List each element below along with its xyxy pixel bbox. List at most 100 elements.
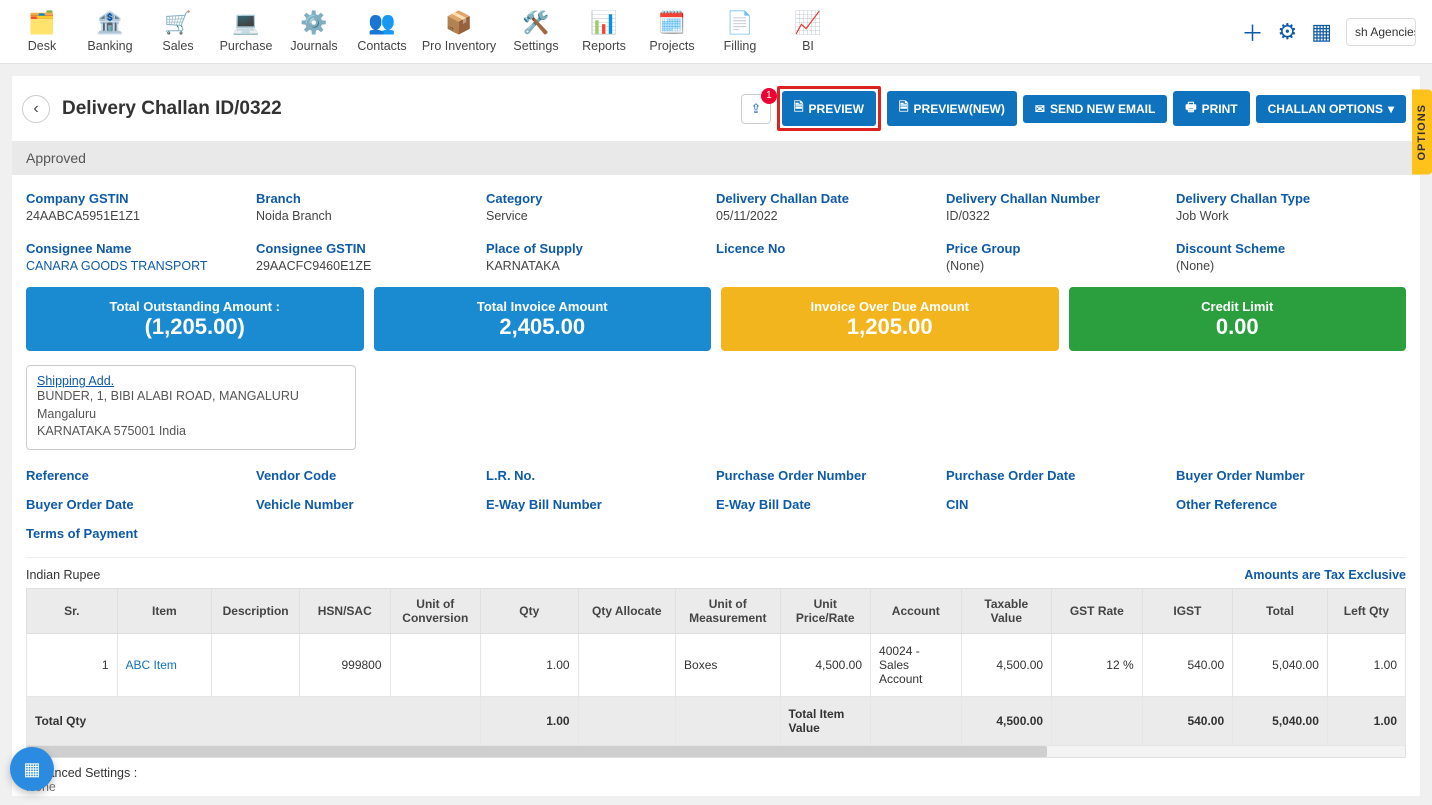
attachment-button[interactable]: ⇪ 1 — [741, 94, 771, 124]
td-total: 5,040.00 — [1233, 633, 1328, 696]
nav-label: Reports — [582, 39, 626, 53]
meta-category: CategoryService — [486, 191, 716, 223]
tax-note: Amounts are Tax Exclusive — [1244, 568, 1406, 582]
meta-dc-type: Delivery Challan Type Job Work — [1176, 191, 1406, 223]
preview-button[interactable]: 🗎 PREVIEW — [782, 91, 876, 126]
table-horizontal-scrollbar[interactable] — [26, 746, 1406, 758]
nav-sales[interactable]: 🛒Sales — [144, 1, 212, 63]
meta-label: Discount Scheme — [1176, 241, 1406, 256]
projects-icon: 🗓️ — [658, 10, 685, 36]
meta-price-group: Price Group(None) — [946, 241, 1176, 273]
desk-icon: 🗂️ — [28, 10, 55, 36]
td-uoc — [390, 633, 481, 696]
page-header: ‹ Delivery Challan ID/0322 ⇪ 1 🗎 PREVIEW… — [12, 76, 1420, 141]
apps-icon[interactable]: ▦ — [1311, 19, 1332, 45]
mail-icon: ✉ — [1035, 102, 1045, 116]
th-total: Total — [1233, 588, 1328, 633]
meta-label: Licence No — [716, 241, 946, 256]
page: ‹ Delivery Challan ID/0322 ⇪ 1 🗎 PREVIEW… — [12, 76, 1420, 796]
shipping-line: KARNATAKA 575001 India — [37, 423, 345, 441]
table-row[interactable]: 1 ABC Item 999800 1.00 Boxes 4,500.00 40… — [27, 633, 1406, 696]
meta-discount: Discount Scheme(None) — [1176, 241, 1406, 273]
card-label: Credit Limit — [1201, 299, 1273, 314]
td-empty — [676, 696, 780, 745]
meta-value: Job Work — [1176, 209, 1406, 223]
company-selector[interactable]: sh Agencies(I ⌄ — [1346, 18, 1416, 46]
currency-name: Indian Rupee — [26, 568, 100, 582]
td-total-tax: 4,500.00 — [961, 696, 1052, 745]
journals-icon: ⚙️ — [300, 10, 327, 36]
card-label: Total Outstanding Amount : — [110, 299, 280, 314]
th-uom: Unit of Measurement — [676, 588, 780, 633]
card-overdue: Invoice Over Due Amount 1,205.00 — [721, 287, 1059, 351]
td-total-left: 1.00 — [1327, 696, 1405, 745]
table-total-row: Total Qty 1.00 Total Item Value 4,500.00… — [27, 696, 1406, 745]
nav-label: Desk — [28, 39, 56, 53]
nav-label: Settings — [513, 39, 558, 53]
meta2-eway-no: E-Way Bill Number — [486, 497, 716, 512]
td-total-total: 5,040.00 — [1233, 696, 1328, 745]
send-email-button[interactable]: ✉ SEND NEW EMAIL — [1023, 95, 1167, 123]
meta-value: 24AABCA5951E1Z1 — [26, 209, 256, 223]
nav-desk[interactable]: 🗂️ Desk — [8, 1, 76, 63]
td-uom: Boxes — [676, 633, 780, 696]
company-name: sh Agencies(I — [1355, 25, 1416, 39]
meta-grid: Company GSTIN24AABCA5951E1Z1 BranchNoida… — [12, 175, 1420, 287]
items-table-wrap: Sr. Item Description HSN/SAC Unit of Con… — [12, 588, 1420, 746]
meta-value: 29AACFC9460E1ZE — [256, 259, 486, 273]
shipping-label[interactable]: Shipping Add. — [37, 374, 345, 388]
nav-banking[interactable]: 🏦Banking — [76, 1, 144, 63]
nav-projects[interactable]: 🗓️Projects — [638, 1, 706, 63]
challan-options-button[interactable]: CHALLAN OPTIONS ▾ — [1256, 95, 1406, 123]
nav-contacts[interactable]: 👥Contacts — [348, 1, 416, 63]
meta2-po-number: Purchase Order Number — [716, 468, 946, 483]
add-icon[interactable]: ＋ — [1241, 16, 1263, 48]
nav-label: Pro Inventory — [422, 39, 496, 53]
nav-bi[interactable]: 📈BI — [774, 1, 842, 63]
advanced-settings: Advanced Settings : None — [12, 758, 1420, 796]
bank-icon: 🏦 — [96, 10, 123, 36]
button-label: SEND NEW EMAIL — [1050, 102, 1155, 116]
amount-row: Total Outstanding Amount : (1,205.00) To… — [12, 287, 1420, 365]
nav-settings[interactable]: 🛠️Settings — [502, 1, 570, 63]
nav-filling[interactable]: 📄Filling — [706, 1, 774, 63]
filling-icon: 📄 — [726, 10, 753, 36]
td-item-link[interactable]: ABC Item — [117, 633, 212, 696]
td-account: 40024 - Sales Account — [871, 633, 962, 696]
button-label: CHALLAN OPTIONS — [1268, 102, 1383, 116]
meta-label: Delivery Challan Type — [1176, 191, 1406, 206]
meta-dc-date: Delivery Challan Date05/11/2022 — [716, 191, 946, 223]
scrollbar-thumb[interactable] — [27, 746, 1047, 757]
options-side-tab[interactable]: OPTIONS — [1412, 90, 1432, 175]
meta-licence: Licence No — [716, 241, 946, 273]
card-value: (1,205.00) — [145, 314, 245, 340]
card-label: Invoice Over Due Amount — [811, 299, 969, 314]
td-empty — [1052, 696, 1143, 745]
attachment-badge: 1 — [761, 88, 777, 104]
bi-icon: 📈 — [794, 10, 821, 36]
th-igst: IGST — [1142, 588, 1233, 633]
nav-reports[interactable]: 📊Reports — [570, 1, 638, 63]
meta2-buyer-order-no: Buyer Order Number — [1176, 468, 1406, 483]
nav-proinventory[interactable]: 📦Pro Inventory — [416, 1, 502, 63]
gear-icon[interactable]: ⚙ — [1277, 19, 1297, 45]
floating-apps-button[interactable]: ▦ — [10, 747, 54, 791]
td-qtyalloc — [578, 633, 675, 696]
meta-value-link[interactable]: CANARA GOODS TRANSPORT — [26, 259, 256, 273]
td-left: 1.00 — [1327, 633, 1405, 696]
th-tax: Taxable Value — [961, 588, 1052, 633]
nav-purchase[interactable]: 💻Purchase — [212, 1, 280, 63]
td-gst: 12 % — [1052, 633, 1143, 696]
td-rate: 4,500.00 — [780, 633, 871, 696]
preview-new-button[interactable]: 🗎 PREVIEW(NEW) — [887, 91, 1017, 126]
status-bar: Approved — [12, 141, 1420, 175]
nav-label: Journals — [290, 39, 337, 53]
back-button[interactable]: ‹ — [22, 95, 50, 123]
td-empty — [578, 696, 675, 745]
meta-label: Delivery Challan Number — [946, 191, 1176, 206]
card-value: 0.00 — [1216, 314, 1259, 340]
nav-journals[interactable]: ⚙️ Journals — [280, 1, 348, 63]
print-button[interactable]: 🖶 PRINT — [1173, 91, 1249, 126]
td-sr: 1 — [27, 633, 118, 696]
purchase-icon: 💻 — [232, 10, 259, 36]
